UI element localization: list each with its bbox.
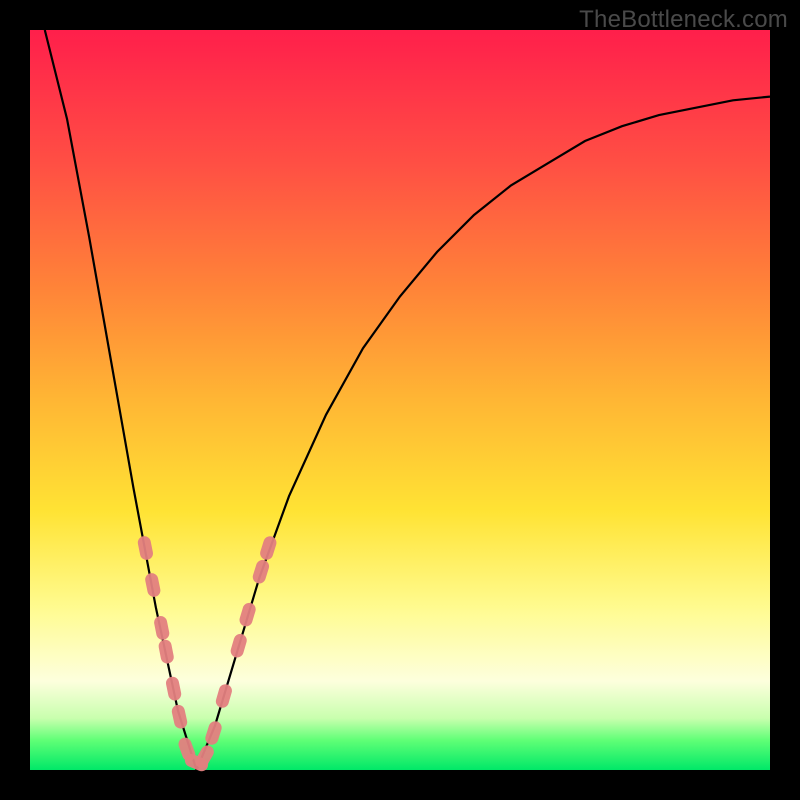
curve-marker	[137, 535, 154, 561]
curve-marker	[153, 615, 170, 641]
curve-marker	[171, 704, 189, 730]
curve-marker	[144, 572, 162, 598]
curve-marker	[238, 601, 257, 628]
watermark-text: TheBottleneck.com	[579, 6, 788, 34]
curve-marker	[204, 720, 224, 747]
curve-overlay	[30, 30, 770, 770]
plot-area	[30, 30, 770, 770]
curve-marker	[229, 632, 248, 659]
bottleneck-curve	[45, 30, 770, 770]
curve-marker	[165, 676, 183, 702]
curve-marker	[259, 535, 279, 562]
curve-marker	[158, 639, 175, 665]
outer-frame: TheBottleneck.com	[0, 0, 800, 800]
curve-marker	[251, 558, 271, 585]
curve-marker	[214, 683, 233, 710]
